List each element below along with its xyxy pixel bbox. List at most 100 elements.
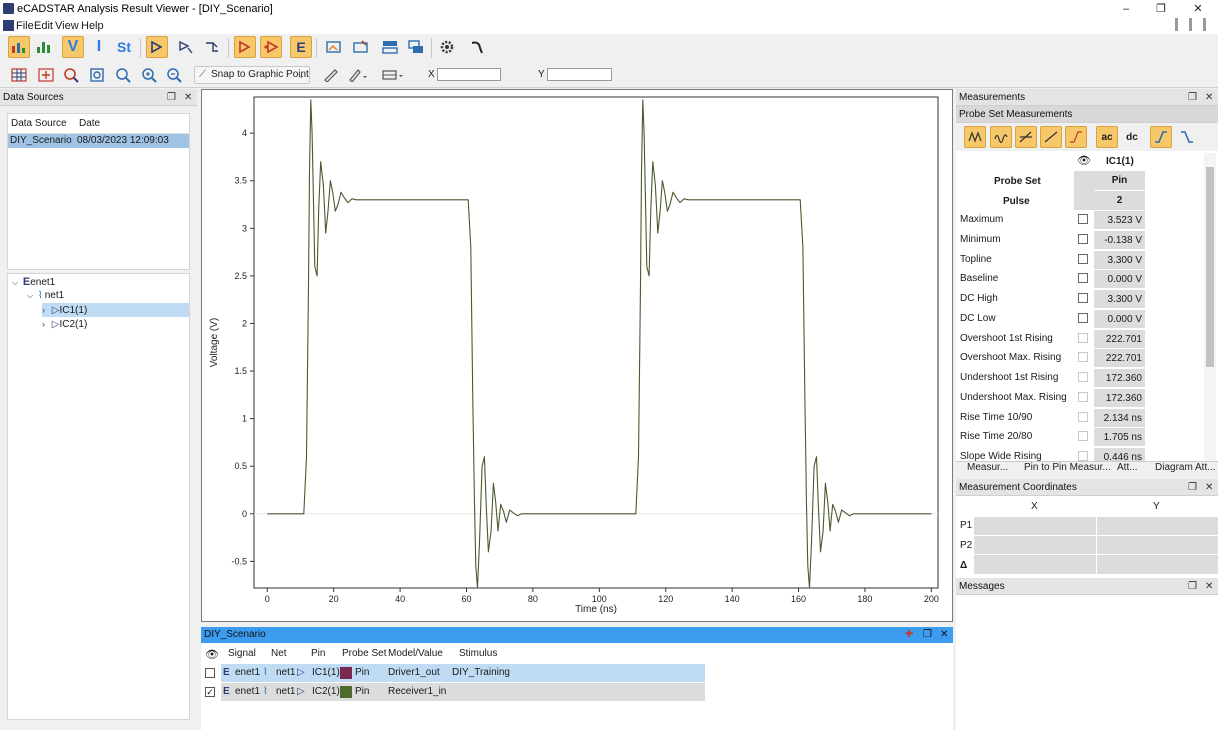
fit-icon[interactable] xyxy=(35,64,57,86)
close-icon[interactable]: ✕ xyxy=(184,89,192,106)
float-icon[interactable]: ❐ xyxy=(1188,89,1197,106)
table-row[interactable]: DIY_Scenario 08/03/2023 12:09:03 xyxy=(8,134,189,148)
color-swatch[interactable] xyxy=(340,667,352,679)
probe-select-icon[interactable] xyxy=(175,36,197,58)
tree-node-net[interactable]: ⌵ ⌇ net1 xyxy=(27,289,64,303)
current-icon[interactable]: I xyxy=(88,36,110,58)
measurement-checkbox[interactable] xyxy=(1078,332,1088,343)
close-icon[interactable]: ✕ xyxy=(1205,479,1213,496)
zoom-out-icon[interactable] xyxy=(163,64,185,86)
column-header[interactable]: Date xyxy=(79,118,100,129)
pin-icon[interactable]: ✚ xyxy=(905,627,913,643)
column-header[interactable]: Net xyxy=(271,648,287,659)
menu-view[interactable]: View xyxy=(55,20,79,32)
measurement-checkbox[interactable] xyxy=(1078,451,1088,461)
tree-node-ic2[interactable]: › ▷IC2(1) xyxy=(42,317,87,331)
histogram-icon[interactable] xyxy=(33,36,55,58)
minimize-button[interactable]: – xyxy=(1116,1,1136,17)
status-icon[interactable]: St xyxy=(113,36,135,58)
signal-checkbox[interactable] xyxy=(205,668,215,678)
enet-icon[interactable]: E xyxy=(290,36,312,58)
close-icon[interactable]: ✕ xyxy=(1205,89,1213,106)
column-header[interactable]: Probe Set xyxy=(342,648,386,659)
receiver-probe-icon[interactable] xyxy=(260,36,282,58)
visibility-eye-icon[interactable]: 👁 xyxy=(205,648,219,661)
tab-attributes[interactable]: Att... xyxy=(1117,462,1138,473)
menu-file[interactable]: File xyxy=(16,20,34,32)
gear-icon[interactable] xyxy=(436,36,458,58)
float-icon[interactable]: ❐ xyxy=(167,89,176,106)
doc-icon[interactable] xyxy=(3,20,14,31)
measurement-checkbox[interactable] xyxy=(1078,431,1088,442)
ac-icon[interactable]: ac xyxy=(1096,126,1118,148)
marker-options-icon[interactable] xyxy=(382,64,404,86)
measurement-checkbox[interactable] xyxy=(1078,253,1088,264)
zoom-fit-icon[interactable] xyxy=(86,64,108,86)
waveform-bar-icon[interactable] xyxy=(8,36,30,58)
measurement-checkbox[interactable] xyxy=(1078,352,1088,363)
measurement-checkbox[interactable] xyxy=(1078,293,1088,303)
column-header[interactable]: Model/Value xyxy=(388,648,443,659)
export-image-icon[interactable] xyxy=(323,36,345,58)
color-swatch[interactable] xyxy=(340,686,352,698)
ruler-options-icon[interactable] xyxy=(347,64,369,86)
voltage-icon[interactable]: V xyxy=(62,36,84,58)
zoom-target-icon[interactable] xyxy=(60,64,82,86)
pulse-measure-icon[interactable] xyxy=(964,126,986,148)
column-header[interactable]: Data Source xyxy=(11,118,67,129)
menu-help[interactable]: Help xyxy=(81,20,104,32)
close-icon[interactable]: ✕ xyxy=(1205,578,1213,595)
probe-driver-icon[interactable] xyxy=(146,36,168,58)
measurement-checkbox[interactable] xyxy=(1078,391,1088,402)
y-coordinate-field[interactable] xyxy=(547,68,612,81)
float-icon[interactable]: ❐ xyxy=(1188,479,1197,496)
cable-icon[interactable] xyxy=(466,36,488,58)
float-icon[interactable]: ❐ xyxy=(923,627,932,643)
column-header[interactable]: Stimulus xyxy=(459,648,497,659)
slope-measure-icon[interactable] xyxy=(1040,126,1062,148)
rise-measure-icon[interactable] xyxy=(1015,126,1037,148)
x-tick-label: 0 xyxy=(265,594,270,604)
print-icon[interactable] xyxy=(350,36,372,58)
zoom-area-icon[interactable] xyxy=(112,64,134,86)
close-icon[interactable]: ✕ xyxy=(940,627,948,643)
column-header[interactable]: Pin xyxy=(311,648,325,659)
ringing-measure-icon[interactable] xyxy=(990,126,1012,148)
measurement-checkbox[interactable] xyxy=(1078,273,1088,284)
measurement-checkbox[interactable] xyxy=(1078,372,1088,382)
table-row[interactable]: E enet1 ⌇ net1 ▷ IC1(1) Pin Driver1_out … xyxy=(221,664,705,682)
pulse-value[interactable]: 2 xyxy=(1094,191,1145,210)
x-coordinate-field[interactable] xyxy=(437,68,501,81)
float-icon[interactable]: ❐ xyxy=(1188,578,1197,595)
zoom-in-icon[interactable] xyxy=(138,64,160,86)
layout-cascade-icon[interactable] xyxy=(405,36,427,58)
restore-button[interactable]: ❐ xyxy=(1151,1,1171,17)
probe-branch-icon[interactable] xyxy=(201,36,223,58)
dc-icon[interactable]: dc xyxy=(1121,126,1143,148)
tab-diagram-attributes[interactable]: Diagram Att... xyxy=(1155,462,1216,473)
tab-pin-to-pin[interactable]: Pin to Pin Measur... xyxy=(1024,462,1111,473)
column-header[interactable]: Signal xyxy=(228,648,256,659)
tab-measurements[interactable]: Measur... xyxy=(967,462,1008,473)
close-button[interactable]: ✕ xyxy=(1188,1,1208,17)
tree-node-ic1[interactable]: › ▷IC1(1) xyxy=(42,303,189,317)
waveform-chart[interactable]: 0 20 40 60 80 100 120 140 160 180 200 -0.5 0 0.5 1 1.5 2… xyxy=(201,89,953,622)
signal-checkbox[interactable]: ✓ xyxy=(205,687,215,697)
measurement-checkbox[interactable] xyxy=(1078,233,1088,244)
measurement-checkbox[interactable] xyxy=(1078,411,1088,422)
layout-stack-icon[interactable] xyxy=(379,36,401,58)
snap-dropdown[interactable]: Snap to Graphic Point ⟋ ⌄ xyxy=(194,66,310,84)
visibility-eye-icon[interactable]: 👁 xyxy=(1077,154,1091,167)
falling-edge-icon[interactable] xyxy=(1176,126,1198,148)
grid-icon[interactable] xyxy=(8,64,30,86)
rising-edge-icon[interactable] xyxy=(1150,126,1172,148)
measurement-checkbox[interactable] xyxy=(1078,214,1088,224)
driver-probe-icon[interactable] xyxy=(234,36,256,58)
menu-edit[interactable]: Edit xyxy=(34,20,53,32)
tree-node-enet[interactable]: ⌵ Eenet1 xyxy=(12,275,55,289)
tree-label: IC2(1) xyxy=(59,319,88,330)
ruler-icon[interactable] xyxy=(320,64,342,86)
table-row[interactable]: E enet1 ⌇ net1 ▷ IC2(1) Pin Receiver1_in xyxy=(221,683,705,701)
measurement-checkbox[interactable] xyxy=(1078,312,1088,323)
edge-measure-icon[interactable] xyxy=(1065,126,1087,148)
